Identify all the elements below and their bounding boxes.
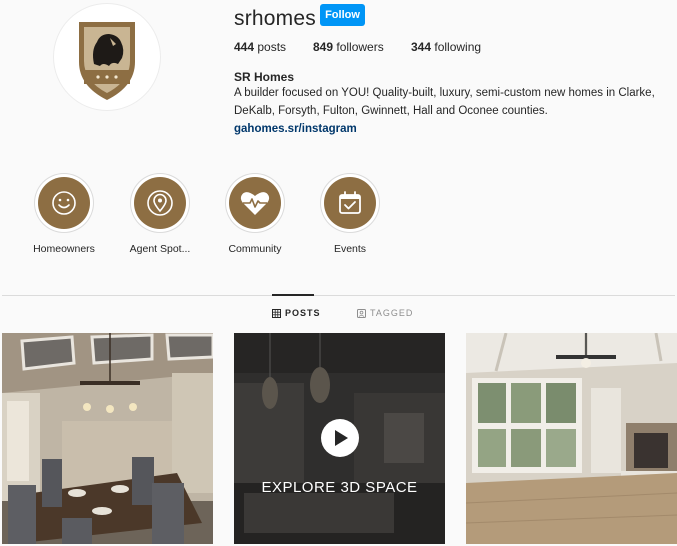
highlight-label: Events	[333, 243, 367, 255]
tabs-divider	[2, 295, 675, 296]
video-overlay-text: EXPLORE 3D SPACE	[261, 479, 418, 496]
following-count: 344	[411, 40, 432, 54]
posts-count-stat[interactable]: 444 posts	[234, 40, 286, 54]
following-label: following	[434, 40, 482, 54]
post-thumbnail[interactable]	[2, 333, 213, 544]
dining-room-photo	[2, 333, 213, 544]
highlight-label: Homeowners	[33, 243, 95, 255]
calendar-check-icon	[339, 191, 361, 214]
following-stat[interactable]: 344 following	[411, 40, 481, 54]
profile-website-link[interactable]: gahomes.sr/instagram	[234, 123, 357, 135]
post-thumbnail[interactable]: EXPLORE 3D SPACE	[234, 333, 445, 544]
followers-stat[interactable]: 849 followers	[313, 40, 384, 54]
followers-count: 849	[313, 40, 334, 54]
tab-tagged-label: TAGGED	[370, 308, 414, 318]
profile-username: srhomes	[234, 7, 316, 30]
highlight-community[interactable]: Community	[210, 174, 300, 255]
highlight-label: Agent Spot...	[129, 243, 191, 255]
followers-label: followers	[336, 40, 384, 54]
bio-line-1: A builder focused on YOU! Quality-built,…	[234, 87, 655, 99]
tab-posts[interactable]: POSTS	[272, 308, 321, 318]
posts-label: posts	[257, 40, 287, 54]
follow-button[interactable]: Follow	[320, 4, 365, 26]
play-icon[interactable]	[320, 418, 360, 458]
tab-tagged[interactable]: TAGGED	[357, 308, 413, 318]
highlight-label: Community	[228, 243, 282, 255]
highlight-homeowners[interactable]: Homeowners	[19, 174, 109, 255]
tagged-icon	[357, 308, 366, 318]
highlight-agent-spotlight[interactable]: Agent Spot...	[115, 174, 205, 255]
profile-display-name: SR Homes	[234, 70, 295, 84]
lion-shield-logo	[79, 22, 135, 100]
post-thumbnail[interactable]	[466, 333, 677, 544]
location-pin-icon	[147, 190, 173, 216]
tab-posts-label: POSTS	[285, 308, 321, 318]
heart-pulse-icon	[240, 192, 270, 215]
highlight-events[interactable]: Events	[305, 174, 395, 255]
posts-count: 444	[234, 40, 255, 54]
living-room-photo	[466, 333, 677, 544]
smiley-icon	[52, 191, 76, 215]
profile-avatar[interactable]	[54, 4, 160, 110]
active-tab-indicator	[272, 294, 314, 296]
bio-line-2: DeKalb, Forsyth, Fulton, Gwinnett, Hall …	[234, 105, 548, 117]
grid-icon	[272, 308, 281, 318]
